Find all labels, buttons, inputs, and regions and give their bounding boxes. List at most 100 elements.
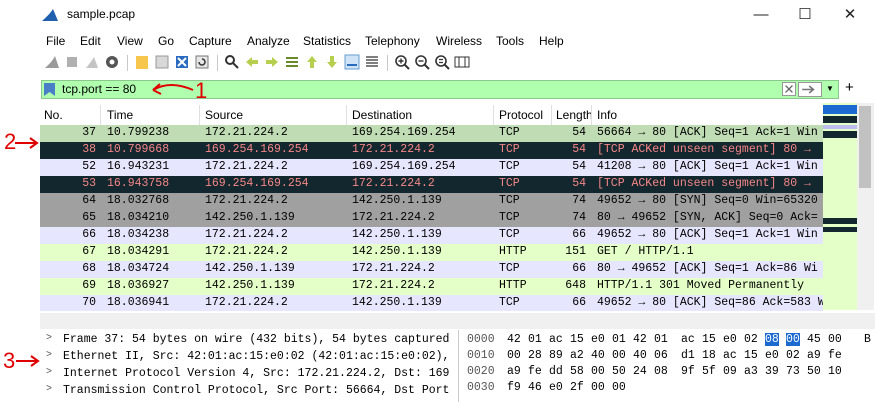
save-icon[interactable] <box>154 54 170 70</box>
display-filter-input[interactable]: tcp.port == 80 <box>62 81 136 98</box>
hex-byte[interactable]: 00 <box>786 333 800 346</box>
packet-row[interactable]: 66 18.034238 172.21.224.2 142.250.1.139 TCP 6… <box>40 227 823 244</box>
zoom-out-icon[interactable] <box>414 54 430 70</box>
packet-minimap[interactable] <box>823 103 857 310</box>
resize-columns-icon[interactable] <box>454 54 470 70</box>
packet-bytes-pane[interactable]: 0000 42 01 ac 15 e0 01 42 01 ac 15 e0 02 08 00 45 00 B 001… <box>458 330 875 402</box>
menu-capture[interactable]: Capture <box>189 34 232 48</box>
hex-byte[interactable]: 50 <box>807 365 821 378</box>
apply-filter-icon[interactable] <box>798 82 822 97</box>
hex-byte[interactable]: ac <box>549 333 563 346</box>
open-icon[interactable] <box>134 54 150 70</box>
hex-byte[interactable]: fe <box>828 349 842 362</box>
hex-byte[interactable]: 89 <box>549 349 563 362</box>
column-divider[interactable] <box>100 105 101 125</box>
zoom-in-icon[interactable] <box>394 54 410 70</box>
hex-byte[interactable]: 09 <box>723 365 737 378</box>
hex-byte[interactable]: 00 <box>507 349 521 362</box>
packet-row[interactable]: 69 18.036927 142.250.1.139 172.21.224.2 HTTP… <box>40 278 823 295</box>
hex-byte[interactable]: 58 <box>570 365 584 378</box>
hex-byte[interactable]: 15 <box>570 333 584 346</box>
hex-byte[interactable]: 42 <box>507 333 521 346</box>
hex-byte[interactable]: 02 <box>744 333 758 346</box>
hex-byte[interactable]: 24 <box>633 365 647 378</box>
menu-analyze[interactable]: Analyze <box>247 34 290 48</box>
hex-byte[interactable]: 9f <box>681 365 695 378</box>
hex-byte[interactable]: 5f <box>702 365 716 378</box>
menu-file[interactable]: File <box>46 34 65 48</box>
close-file-icon[interactable] <box>174 54 190 70</box>
hex-byte[interactable]: 73 <box>786 365 800 378</box>
menu-edit[interactable]: Edit <box>80 34 101 48</box>
hex-byte[interactable]: d1 <box>681 349 695 362</box>
hex-byte[interactable]: ac <box>723 349 737 362</box>
shark-fin-start-icon[interactable] <box>44 54 60 70</box>
menu-view[interactable]: View <box>117 34 143 48</box>
hex-byte[interactable]: 46 <box>528 381 542 394</box>
hex-byte[interactable]: 01 <box>612 333 626 346</box>
hex-byte[interactable]: 15 <box>744 349 758 362</box>
hex-byte[interactable]: 40 <box>633 349 647 362</box>
hex-byte[interactable]: fe <box>528 365 542 378</box>
packet-row[interactable]: 68 18.034724 142.250.1.139 172.21.224.2 TCP 6… <box>40 261 823 278</box>
packet-row[interactable]: 67 18.034291 172.21.224.2 142.250.1.139 HTTP… <box>40 244 823 261</box>
hex-byte[interactable]: dd <box>549 365 563 378</box>
hex-byte[interactable]: 40 <box>591 349 605 362</box>
last-icon[interactable] <box>324 54 340 70</box>
close-button[interactable]: ✕ <box>828 2 872 28</box>
stop-icon[interactable] <box>64 54 80 70</box>
menu-help[interactable]: Help <box>539 34 564 48</box>
hex-byte[interactable]: 01 <box>528 333 542 346</box>
goto-icon[interactable] <box>284 54 300 70</box>
expand-arrow-icon[interactable]: > <box>46 333 52 344</box>
packet-row[interactable]: 70 18.036941 172.21.224.2 142.250.1.139 TCP 6… <box>40 295 823 311</box>
hex-byte[interactable]: 18 <box>702 349 716 362</box>
packet-details-pane[interactable]: > Frame 37: 54 bytes on wire (432 bits),… <box>40 330 456 402</box>
scrollbar-thumb[interactable] <box>859 106 871 188</box>
expand-arrow-icon[interactable]: > <box>46 367 52 378</box>
pane-splitter[interactable] <box>40 313 875 329</box>
menu-wireless[interactable]: Wireless <box>436 34 482 48</box>
column-divider[interactable] <box>551 105 552 125</box>
hex-byte[interactable]: 00 <box>612 381 626 394</box>
column-divider[interactable] <box>591 105 592 125</box>
maximize-button[interactable]: ☐ <box>783 2 827 28</box>
minimize-button[interactable]: — <box>739 2 783 28</box>
hex-byte[interactable]: 50 <box>612 365 626 378</box>
packet-row[interactable]: 53 16.943758 169.254.169.254 172.21.224.2 TC… <box>40 176 823 193</box>
column-header-info[interactable]: Info <box>597 108 617 122</box>
column-header-length[interactable]: Length <box>556 108 593 122</box>
back-icon[interactable] <box>244 54 260 70</box>
packet-list-scrollbar[interactable] <box>857 103 874 310</box>
hex-byte[interactable]: 00 <box>828 333 842 346</box>
hex-byte[interactable]: 2f <box>570 381 584 394</box>
hex-byte[interactable]: 42 <box>633 333 647 346</box>
hex-byte[interactable]: 45 <box>807 333 821 346</box>
zoom-reset-icon[interactable] <box>434 54 450 70</box>
hex-byte[interactable]: a2 <box>570 349 584 362</box>
packet-row[interactable]: 37 10.799238 172.21.224.2 169.254.169.254 TC… <box>40 125 823 142</box>
expand-arrow-icon[interactable]: > <box>46 350 52 361</box>
hex-byte[interactable]: 08 <box>654 365 668 378</box>
hex-byte[interactable]: e0 <box>723 333 737 346</box>
hex-byte[interactable]: a3 <box>744 365 758 378</box>
column-divider[interactable] <box>346 105 347 125</box>
find-icon[interactable] <box>224 54 240 70</box>
hex-byte[interactable]: 01 <box>654 333 668 346</box>
hex-byte[interactable]: a9 <box>807 349 821 362</box>
hex-byte[interactable]: f9 <box>507 381 521 394</box>
autoscroll-icon[interactable] <box>344 54 360 70</box>
column-divider[interactable] <box>199 105 200 125</box>
clear-filter-icon[interactable] <box>782 82 796 96</box>
hex-byte[interactable]: e0 <box>765 349 779 362</box>
menu-telephony[interactable]: Telephony <box>365 34 420 48</box>
hex-byte[interactable]: 02 <box>786 349 800 362</box>
hex-byte[interactable]: 10 <box>828 365 842 378</box>
hex-byte[interactable]: 08 <box>765 333 779 346</box>
expand-arrow-icon[interactable]: > <box>46 384 52 395</box>
menu-tools[interactable]: Tools <box>496 34 524 48</box>
first-icon[interactable] <box>304 54 320 70</box>
hex-byte[interactable]: e0 <box>549 381 563 394</box>
packet-row[interactable]: 65 18.034210 142.250.1.139 172.21.224.2 TCP 7… <box>40 210 823 227</box>
bookmark-icon[interactable] <box>44 83 55 96</box>
